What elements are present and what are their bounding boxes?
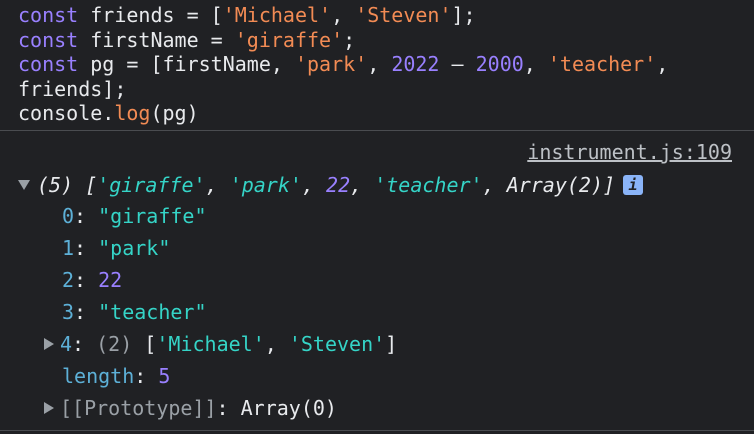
array-count: (5) [ — [37, 173, 98, 197]
array-property: 1: "park" — [62, 236, 171, 260]
property-key: 3 — [62, 300, 75, 324]
keyword: const — [18, 52, 79, 77]
string-literal: 'teacher' — [547, 52, 657, 77]
summary-value: 22 — [326, 173, 351, 197]
operator: – — [439, 52, 476, 77]
summary-value: 'teacher' — [374, 173, 483, 197]
prototype-row[interactable]: [[Prototype]]: Array(0) — [44, 393, 337, 423]
summary-value: Array(2) — [506, 173, 604, 197]
array-close: ] — [603, 173, 616, 197]
code-text: , — [331, 3, 356, 27]
code-input-area[interactable]: const friends = ['Michael', 'Steven']; c… — [0, 0, 754, 131]
code-text: , — [523, 52, 548, 77]
code-line-5: console.log(pg) — [18, 101, 754, 126]
number-literal: 2022 — [391, 52, 440, 77]
function-name: log — [114, 101, 151, 126]
keyword: const — [18, 27, 79, 52]
string-literal: 'Steven' — [355, 3, 452, 27]
code-text: ; — [343, 27, 356, 52]
expand-arrow-icon[interactable] — [44, 337, 54, 350]
property-value: 'Michael' — [156, 332, 265, 356]
array-length-hint: (2) — [96, 332, 133, 356]
source-link[interactable]: instrument.js:109 — [527, 140, 732, 164]
summary-value: 'giraffe' — [97, 173, 206, 197]
string-literal: 'giraffe' — [234, 27, 344, 52]
code-text: (pg) — [150, 101, 199, 126]
property-key: [[Prototype]] — [60, 396, 217, 420]
expand-arrow-icon[interactable] — [44, 401, 54, 414]
array-summary-row[interactable]: (5) ['giraffe', 'park', 22, 'teacher', A… — [18, 170, 644, 200]
property-value: 'Steven' — [288, 332, 386, 356]
code-line-4: friends]; — [18, 77, 754, 102]
property-key: length — [62, 364, 135, 388]
code-text: ]; — [451, 3, 476, 27]
code-text: , — [367, 52, 392, 77]
code-text: friends]; — [18, 76, 127, 101]
info-icon[interactable]: i — [623, 174, 644, 195]
code-text: pg = [firstName, — [78, 52, 295, 77]
property-value: 5 — [158, 364, 171, 388]
string-literal: 'Michael' — [222, 3, 332, 27]
property-key: 0 — [62, 204, 75, 228]
divider — [0, 430, 754, 431]
code-text: friends = [ — [78, 3, 223, 27]
code-text: console. — [18, 101, 115, 126]
property-value: Array(0) — [240, 396, 337, 420]
property-value: "park" — [98, 236, 171, 260]
nested-array-row[interactable]: 4: (2) ['Michael', 'Steven'] — [44, 329, 397, 359]
string-literal: 'park' — [294, 52, 368, 77]
property-value: "giraffe" — [98, 204, 207, 228]
code-line-1: const friends = ['Michael', 'Steven']; — [18, 3, 754, 28]
console-output: instrument.js:109 (5) ['giraffe', 'park'… — [0, 131, 754, 431]
number-literal: 2000 — [475, 52, 524, 77]
length-property: length: 5 — [62, 364, 171, 388]
property-key: 4 — [60, 332, 73, 356]
code-line-2: const firstName = 'giraffe'; — [18, 28, 754, 53]
property-key: 1 — [62, 236, 75, 260]
array-property: 3: "teacher" — [62, 300, 207, 324]
array-property: 0: "giraffe" — [62, 204, 207, 228]
keyword: const — [18, 3, 79, 27]
property-value: 22 — [98, 268, 123, 292]
summary-value: 'park' — [229, 173, 302, 197]
array-property: 2: 22 — [62, 268, 123, 292]
code-text: , — [656, 52, 669, 77]
code-text: firstName = — [78, 27, 235, 52]
property-key: 2 — [62, 268, 75, 292]
collapse-arrow-icon[interactable] — [18, 179, 30, 190]
property-value: "teacher" — [98, 300, 207, 324]
code-line-3: const pg = [firstName, 'park', 2022 – 20… — [18, 52, 754, 77]
